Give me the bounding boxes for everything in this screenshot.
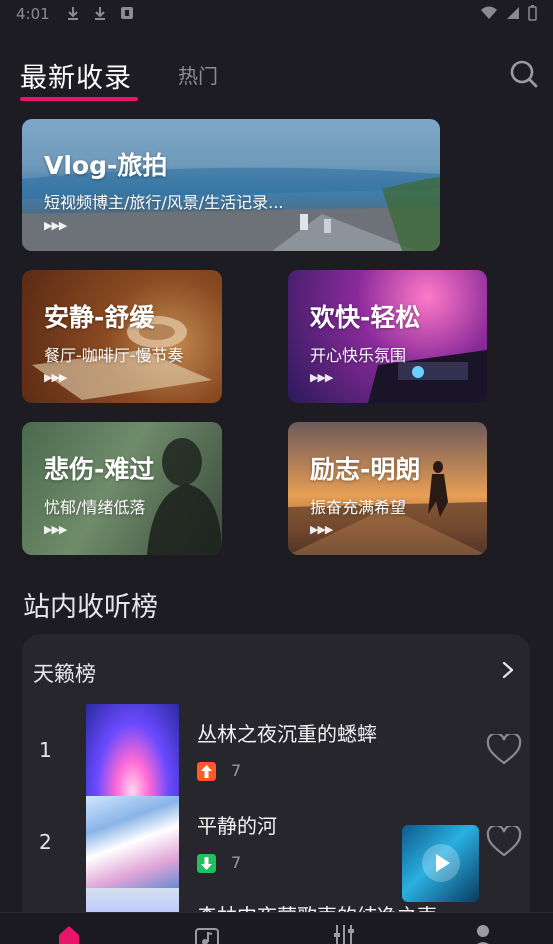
category-card-happy[interactable]: 欢快-轻松 开心快乐氛围 ▶▶▶ — [288, 270, 487, 403]
chevron-right-icon[interactable] — [500, 660, 516, 680]
category-subtitle: 开心快乐氛围 — [310, 346, 407, 365]
wifi-icon — [481, 6, 497, 19]
category-subtitle: 餐厅-咖啡厅-慢节奏 — [44, 346, 184, 365]
category-title: 安静-舒缓 — [44, 303, 155, 332]
play-indicator-icon: ▶▶▶ — [310, 523, 333, 536]
play-icon — [436, 854, 450, 872]
category-title: Vlog-旅拍 — [44, 151, 168, 180]
trend-down-icon — [197, 854, 216, 873]
notification-icon — [121, 7, 133, 19]
song-title: 丛林之夜沉重的蟋蟀 — [197, 722, 377, 746]
active-tab-indicator — [20, 97, 138, 101]
category-title: 励志-明朗 — [310, 455, 421, 484]
album-cover — [86, 796, 179, 888]
category-subtitle: 短视频博主/旅行/风景/生活记录... — [44, 193, 284, 212]
category-title: 欢快-轻松 — [310, 303, 421, 332]
rank-number: 1 — [39, 738, 52, 762]
section-title: 站内收听榜 — [23, 592, 158, 623]
song-title: 平静的河 — [197, 814, 277, 838]
music-icon[interactable] — [194, 923, 220, 944]
play-button[interactable] — [422, 844, 460, 882]
play-indicator-icon: ▶▶▶ — [44, 523, 67, 536]
tab-hot[interactable]: 热门 — [178, 60, 218, 89]
category-card-sad[interactable]: 悲伤-难过 忧郁/情绪低落 ▶▶▶ — [22, 422, 222, 555]
play-indicator-icon: ▶▶▶ — [310, 371, 333, 384]
status-bar: 4:01 — [0, 0, 553, 30]
bottom-nav — [0, 912, 553, 944]
heart-outline-icon[interactable] — [486, 826, 522, 858]
category-card-inspire[interactable]: 励志-明朗 振奋充满希望 ▶▶▶ — [288, 422, 487, 555]
download-icon — [68, 7, 78, 20]
mini-player[interactable] — [402, 825, 479, 902]
battery-icon — [528, 5, 537, 21]
album-cover — [86, 704, 179, 796]
profile-icon[interactable] — [470, 923, 496, 944]
download-icon — [95, 7, 105, 20]
rank-number: 2 — [39, 830, 52, 854]
category-title: 悲伤-难过 — [44, 455, 155, 484]
mixer-icon[interactable] — [331, 923, 357, 944]
tab-latest[interactable]: 最新收录 — [20, 56, 132, 95]
category-card-quiet[interactable]: 安静-舒缓 餐厅-咖啡厅-慢节奏 ▶▶▶ — [22, 270, 222, 403]
category-card-vlog[interactable]: Vlog-旅拍 短视频博主/旅行/风景/生活记录... ▶▶▶ — [22, 119, 440, 251]
home-icon[interactable] — [56, 923, 82, 944]
category-subtitle: 忧郁/情绪低落 — [44, 498, 146, 517]
play-count: 7 — [231, 853, 242, 872]
search-icon[interactable] — [508, 58, 540, 90]
trend-up-icon — [197, 762, 216, 781]
play-indicator-icon: ▶▶▶ — [44, 219, 67, 232]
play-count: 7 — [231, 761, 242, 780]
play-indicator-icon: ▶▶▶ — [44, 371, 67, 384]
heart-outline-icon[interactable] — [486, 734, 522, 766]
list-item[interactable]: 1 丛林之夜沉重的蟋蟀 7 — [22, 704, 530, 796]
status-time: 4:01 — [16, 5, 50, 23]
signal-icon — [507, 7, 519, 19]
category-subtitle: 振奋充满希望 — [310, 498, 407, 517]
road-scenery-image — [22, 167, 440, 251]
chart-name: 天籁榜 — [33, 662, 96, 686]
